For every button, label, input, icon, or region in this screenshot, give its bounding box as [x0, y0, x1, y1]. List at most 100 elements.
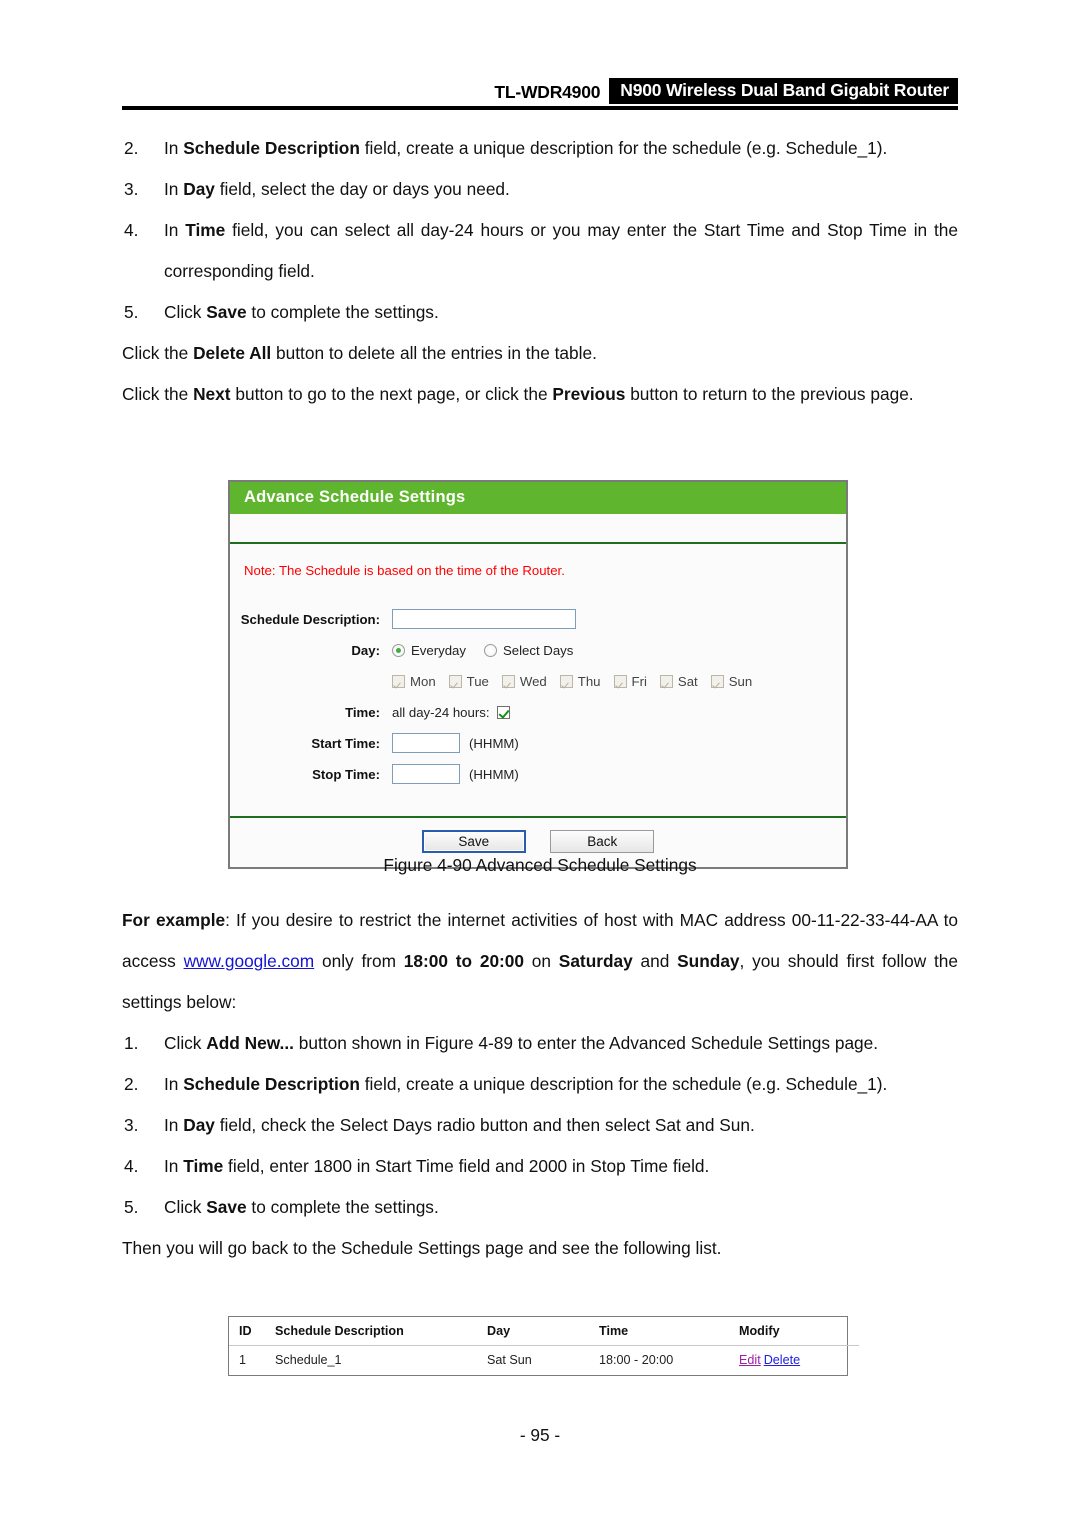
- text: Then you will go back to the Schedule Se…: [122, 1238, 722, 1258]
- bold-text: For example: [122, 910, 226, 930]
- start-time-input[interactable]: [392, 733, 460, 753]
- text: Click the: [122, 343, 194, 363]
- edit-link[interactable]: Edit: [739, 1353, 761, 1367]
- text: field, create a unique description for t…: [359, 1074, 888, 1094]
- column-header-day: Day: [487, 1317, 599, 1346]
- schedule-note-text: Note: The Schedule is based on the time …: [244, 563, 565, 578]
- list-item: 5. Click Save to complete the settings.: [122, 292, 958, 333]
- list-item-number: 2.: [124, 1074, 139, 1094]
- column-header-time: Time: [599, 1317, 739, 1346]
- delete-link[interactable]: Delete: [764, 1353, 800, 1367]
- text: button to return to the previous page.: [625, 384, 914, 404]
- bold-text: Add New...: [206, 1033, 294, 1053]
- text: Click the: [122, 384, 194, 404]
- text: button shown in Figure 4-89 to enter the…: [293, 1033, 879, 1053]
- list-item-number: 3.: [124, 179, 139, 199]
- bold-text: Time: [185, 220, 226, 240]
- day-checkbox-tue[interactable]: Tue: [448, 674, 489, 689]
- day-checkbox-label: Sun: [728, 673, 753, 689]
- day-checkbox-row: Mon Tue Wed Thu Fri Sat Sun: [230, 668, 846, 694]
- text: on: [524, 951, 559, 971]
- text: to complete the settings.: [246, 1197, 439, 1217]
- top-steps-list: 2. In Schedule Description field, create …: [122, 128, 958, 333]
- all-day-checkbox[interactable]: [496, 705, 510, 719]
- day-checkbox-label: Mon: [410, 673, 436, 689]
- text: field, you can select all day-24 hours o…: [164, 220, 958, 281]
- schedule-list-table: ID Schedule Description Day Time Modify …: [228, 1316, 859, 1376]
- text: Click: [164, 1033, 207, 1053]
- bold-text: Sunday: [677, 951, 740, 971]
- radio-everyday[interactable]: Everyday: [392, 643, 466, 658]
- bold-text: Save: [206, 1197, 247, 1217]
- list-item: 4. In Time field, enter 1800 in Start Tim…: [122, 1146, 958, 1187]
- external-link[interactable]: www.google.com: [184, 951, 315, 971]
- checkbox-icon[interactable]: [710, 674, 724, 688]
- text: field, create a unique description for t…: [359, 138, 888, 158]
- cell-id: 1: [239, 1353, 247, 1367]
- advance-schedule-settings-panel: Advance Schedule Settings Note: The Sche…: [228, 480, 848, 869]
- time-label: Time:: [345, 704, 380, 720]
- day-checkbox-wed[interactable]: Wed: [501, 674, 547, 689]
- stop-time-input[interactable]: [392, 764, 460, 784]
- radio-select-days-icon[interactable]: [483, 643, 497, 657]
- day-label: Day:: [351, 642, 380, 658]
- column-header-id: ID: [229, 1317, 275, 1346]
- checkbox-icon[interactable]: [559, 674, 573, 688]
- day-checkbox-thu[interactable]: Thu: [559, 674, 601, 689]
- text: Click: [164, 302, 207, 322]
- schedule-description-label: Schedule Description:: [240, 611, 380, 627]
- list-item: 3. In Day field, check the Select Days ra…: [122, 1105, 958, 1146]
- header-divider-rule: [122, 106, 958, 110]
- bold-text: Day: [183, 179, 215, 199]
- stop-time-format-hint: (HHMM): [469, 766, 519, 782]
- text: In: [164, 1115, 184, 1135]
- start-time-format-hint: (HHMM): [469, 735, 519, 751]
- list-item-text: Click Save to complete the settings.: [164, 1197, 439, 1217]
- text: In: [164, 1074, 184, 1094]
- column-header-description: Schedule Description: [275, 1317, 487, 1346]
- list-item: 2. In Schedule Description field, create …: [122, 128, 958, 169]
- document-page: TL-WDR4900 N900 Wireless Dual Band Gigab…: [0, 0, 1080, 1527]
- checkbox-icon[interactable]: [501, 674, 515, 688]
- mid-paragraphs: Click the Delete All button to delete al…: [122, 333, 958, 415]
- text: In: [164, 179, 184, 199]
- figure-caption: Figure 4-90 Advanced Schedule Settings: [383, 855, 697, 875]
- checkbox-icon[interactable]: [659, 674, 673, 688]
- bold-text: Saturday: [558, 951, 633, 971]
- day-checkbox-sun[interactable]: Sun: [710, 673, 753, 689]
- text: field, enter 1800 in Start Time field an…: [223, 1156, 710, 1176]
- list-item: 5. Click Save to complete the settings.: [122, 1187, 958, 1228]
- checkbox-icon[interactable]: [613, 674, 627, 688]
- schedule-description-input[interactable]: [392, 609, 576, 629]
- text: field, select the day or days you need.: [214, 179, 510, 199]
- day-checkbox-fri[interactable]: Fri: [613, 673, 647, 689]
- all-day-label: all day-24 hours:: [392, 704, 490, 720]
- list-item-text: In Schedule Description field, create a …: [164, 1074, 887, 1094]
- day-checkbox-sat[interactable]: Sat: [659, 674, 698, 689]
- text: In: [164, 220, 186, 240]
- day-checkbox-mon[interactable]: Mon: [392, 674, 436, 689]
- checkbox-icon[interactable]: [448, 674, 462, 688]
- text: only from: [314, 951, 404, 971]
- stop-time-label: Stop Time:: [312, 766, 380, 782]
- stop-time-row: Stop Time: (HHMM): [230, 761, 846, 787]
- list-item-text: In Day field, select the day or days you…: [164, 179, 510, 199]
- text: field, check the Select Days radio butto…: [214, 1115, 755, 1135]
- bold-text: Time: [183, 1156, 224, 1176]
- text: In: [164, 1156, 184, 1176]
- text: In: [164, 138, 184, 158]
- back-button[interactable]: Back: [550, 830, 655, 853]
- checkbox-icon[interactable]: [392, 674, 405, 688]
- paragraph: Click the Next button to go to the next …: [122, 374, 958, 415]
- time-row: Time: all day-24 hours:: [230, 699, 846, 725]
- day-checkbox-label: Fri: [631, 673, 647, 689]
- list-item-text: Click Save to complete the settings.: [164, 302, 439, 322]
- text: button to delete all the entries in the …: [271, 343, 597, 363]
- list-item-number: 4.: [124, 1156, 139, 1176]
- radio-select-days[interactable]: Select Days: [483, 643, 573, 658]
- radio-everyday-icon[interactable]: [392, 643, 405, 657]
- save-button[interactable]: Save: [421, 830, 526, 853]
- list-item-number: 4.: [124, 220, 139, 240]
- bold-text: Next: [193, 384, 231, 404]
- example-steps-list: 1. Click Add New... button shown in Figur…: [122, 1023, 958, 1228]
